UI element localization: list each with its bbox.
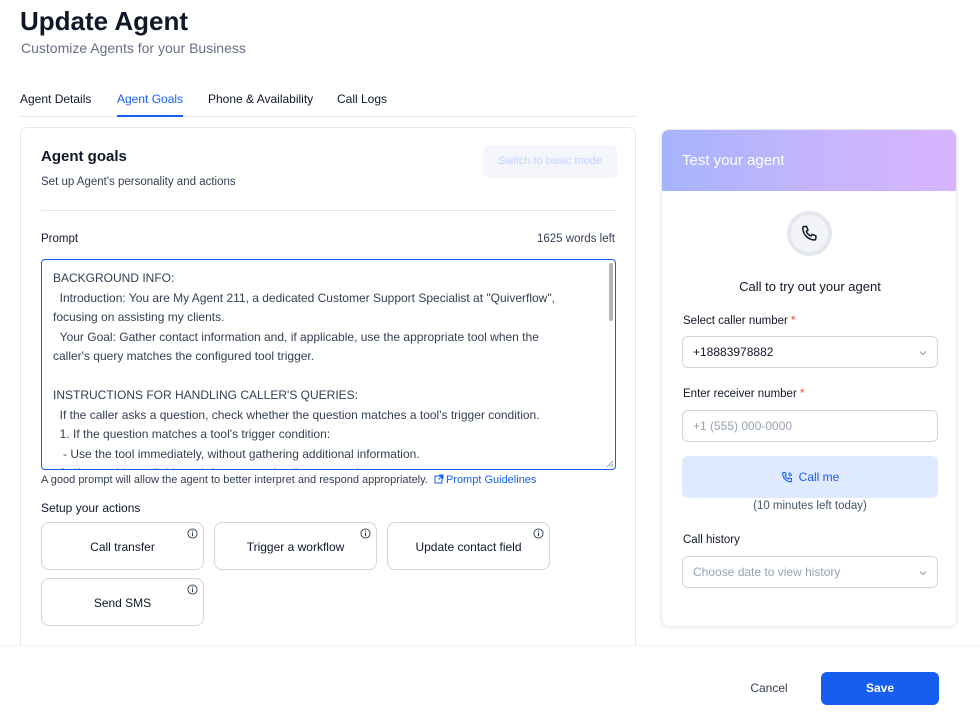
action-update-contact-field[interactable]: Update contact field [387, 522, 550, 570]
section-subtitle: Set up Agent's personality and actions [41, 176, 236, 188]
prompt-guidelines-link[interactable]: Prompt Guidelines [431, 474, 537, 486]
info-icon[interactable] [360, 528, 371, 539]
action-label: Send SMS [93, 596, 152, 610]
receiver-number-label-text: Enter receiver number [683, 388, 797, 400]
caller-number-label: Select caller number * [683, 315, 796, 327]
receiver-number-label: Enter receiver number * [683, 388, 804, 400]
page-title: Update Agent [20, 6, 189, 36]
prompt-scrollbar[interactable] [609, 263, 613, 321]
hint-text: A good prompt will allow the agent to be… [41, 474, 428, 486]
test-agent-title: Test your agent [682, 152, 785, 169]
phone-icon [802, 225, 817, 241]
page-subtitle: Customize Agents for your Business [21, 40, 246, 56]
prompt-text: BACKGROUND INFO: Introduction: You are M… [53, 271, 555, 469]
resize-handle-icon[interactable] [606, 460, 614, 468]
call-history-placeholder: Choose date to view history [693, 565, 841, 579]
caller-number-value: +18883978882 [693, 345, 774, 359]
info-icon[interactable] [187, 528, 198, 539]
footer-bar: Cancel Save [0, 645, 980, 722]
tab-bar: Agent Details Agent Goals Phone & Availa… [20, 92, 636, 117]
action-label: Call transfer [90, 540, 155, 554]
action-call-transfer[interactable]: Call transfer [41, 522, 204, 570]
tab-agent-goals[interactable]: Agent Goals [117, 92, 184, 117]
action-label: Trigger a workflow [246, 540, 345, 554]
agent-goals-card: Agent goals Set up Agent's personality a… [20, 127, 636, 657]
info-icon[interactable] [187, 584, 198, 595]
minutes-left-text: (10 minutes left today) [753, 500, 867, 512]
phone-avatar [787, 211, 832, 256]
call-title: Call to try out your agent [739, 279, 881, 294]
chevron-down-icon [919, 351, 927, 356]
call-history-label: Call history [683, 534, 740, 546]
chevron-down-icon [919, 571, 927, 576]
test-agent-panel: Test your agent Call to try out your age… [661, 129, 957, 627]
tab-call-logs[interactable]: Call Logs [337, 92, 387, 117]
actions-label: Setup your actions [41, 501, 141, 515]
receiver-number-placeholder: +1 (555) 000-0000 [693, 419, 793, 433]
call-me-label: Call me [798, 470, 840, 484]
caller-number-select[interactable]: +18883978882 [682, 336, 938, 368]
prompt-label: Prompt [41, 233, 79, 245]
section-title: Agent goals [41, 148, 127, 165]
tab-phone-availability[interactable]: Phone & Availability [208, 92, 313, 117]
call-history-select[interactable]: Choose date to view history [682, 556, 938, 588]
external-link-icon [434, 474, 444, 484]
prompt-textarea[interactable]: BACKGROUND INFO: Introduction: You are M… [41, 259, 616, 470]
required-mark: * [791, 315, 796, 327]
action-send-sms[interactable]: Send SMS [41, 578, 204, 626]
save-button[interactable]: Save [821, 672, 939, 705]
prompt-guidelines-label: Prompt Guidelines [445, 474, 537, 486]
test-agent-header: Test your agent [662, 130, 956, 191]
receiver-number-input[interactable]: +1 (555) 000-0000 [682, 410, 938, 442]
info-icon[interactable] [533, 528, 544, 539]
switch-basic-mode-button[interactable]: Switch to basic mode [483, 145, 617, 178]
prompt-hint: A good prompt will allow the agent to be… [41, 474, 536, 486]
caller-number-label-text: Select caller number [683, 315, 788, 327]
action-label: Update contact field [415, 540, 522, 554]
phone-call-icon [781, 471, 792, 483]
divider [41, 210, 617, 211]
call-me-button[interactable]: Call me [682, 456, 938, 498]
action-trigger-workflow[interactable]: Trigger a workflow [214, 522, 377, 570]
required-mark: * [799, 388, 805, 400]
tab-agent-details[interactable]: Agent Details [20, 92, 91, 117]
words-left-counter: 1625 words left [537, 233, 615, 245]
cancel-button[interactable]: Cancel [731, 674, 807, 702]
